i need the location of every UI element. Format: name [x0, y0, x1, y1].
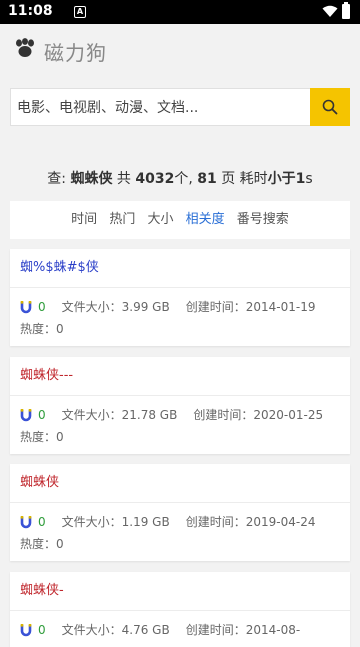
result-title[interactable]: 蜘蛛侠--- [10, 357, 350, 396]
magnet-icon[interactable] [20, 409, 32, 422]
result-card: 蜘蛛侠 0 文件大小：1.19 GB 创建时间：2019-04-24 热度：0 [10, 464, 350, 561]
summary-mid2: 个, [174, 171, 193, 187]
tab-size[interactable]: 大小 [147, 212, 173, 227]
magnet-icon[interactable] [20, 301, 32, 314]
result-created: 创建时间：2019-04-24 [185, 515, 316, 529]
result-meta: 0 文件大小：21.78 GB 创建时间：2020-01-25 热度：0 [10, 396, 350, 454]
result-created: 创建时间：2020-01-25 [193, 408, 324, 422]
tab-relevance[interactable]: 相关度 [186, 212, 225, 227]
notification-icon: A [74, 6, 86, 18]
summary-prefix: 查: [47, 171, 67, 187]
site-logo-text[interactable]: 磁力狗 [44, 37, 107, 66]
result-meta: 0 文件大小：1.19 GB 创建时间：2019-04-24 热度：0 [10, 503, 350, 561]
wifi-icon [322, 5, 338, 17]
summary-mid3: 页 耗时 [221, 171, 268, 187]
result-meta: 0 文件大小：4.76 GB 创建时间：2014-08- [10, 611, 350, 647]
result-card: 蜘蛛侠--- 0 文件大小：21.78 GB 创建时间：2020-01-25 热度：0 [10, 357, 350, 454]
summary-suffix: s [305, 171, 313, 187]
result-heat: 热度：0 [20, 430, 64, 444]
result-card: 蜘蛛侠- 0 文件大小：4.76 GB 创建时间：2014-08- [10, 572, 350, 647]
battery-icon [342, 2, 350, 19]
result-title[interactable]: 蜘蛛侠- [10, 572, 350, 611]
paw-icon[interactable] [14, 38, 36, 58]
summary-mid1: 共 [116, 171, 131, 187]
magnet-icon[interactable] [20, 516, 32, 529]
result-title[interactable]: 蜘%$蛛#$侠 [10, 249, 350, 288]
search-input[interactable] [15, 89, 309, 127]
status-time: 11:08 [8, 3, 53, 19]
summary-time: 小于1 [267, 171, 306, 187]
search-button[interactable] [310, 88, 350, 126]
result-count: 0 [38, 300, 46, 314]
result-count: 0 [38, 515, 46, 529]
result-heat: 热度：0 [20, 537, 64, 551]
result-count: 0 [38, 408, 46, 422]
tab-popular[interactable]: 热门 [109, 212, 135, 227]
result-title[interactable]: 蜘蛛侠 [10, 464, 350, 503]
summary-count: 4032 [135, 171, 175, 187]
summary-pages: 81 [197, 171, 217, 187]
tab-time[interactable]: 时间 [71, 212, 97, 227]
magnet-icon[interactable] [20, 624, 32, 637]
result-size: 文件大小：1.19 GB [61, 515, 170, 529]
site-header: 磁力狗 [0, 24, 360, 74]
sort-tabs: 时间 热门 大小 相关度 番号搜索 [10, 201, 350, 239]
result-created: 创建时间：2014-01-19 [185, 300, 316, 314]
result-meta: 0 文件大小：3.99 GB 创建时间：2014-01-19 热度：0 [10, 288, 350, 346]
result-heat: 热度：0 [20, 322, 64, 336]
result-count: 0 [38, 623, 46, 637]
status-bar: 11:08 A [0, 0, 360, 24]
result-card: 蜘%$蛛#$侠 0 文件大小：3.99 GB 创建时间：2014-01-19 热度：0 [10, 249, 350, 346]
result-size: 文件大小：21.78 GB [61, 408, 178, 422]
result-size: 文件大小：3.99 GB [61, 300, 170, 314]
result-created: 创建时间：2014-08- [185, 623, 301, 637]
result-size: 文件大小：4.76 GB [61, 623, 170, 637]
result-summary: 查: 蜘蛛侠 共 4032个, 81 页 耗时小于1s [0, 168, 360, 188]
search-icon [322, 99, 338, 115]
summary-query: 蜘蛛侠 [70, 171, 113, 187]
tab-code-search[interactable]: 番号搜索 [237, 212, 289, 227]
search-bar [10, 88, 350, 127]
